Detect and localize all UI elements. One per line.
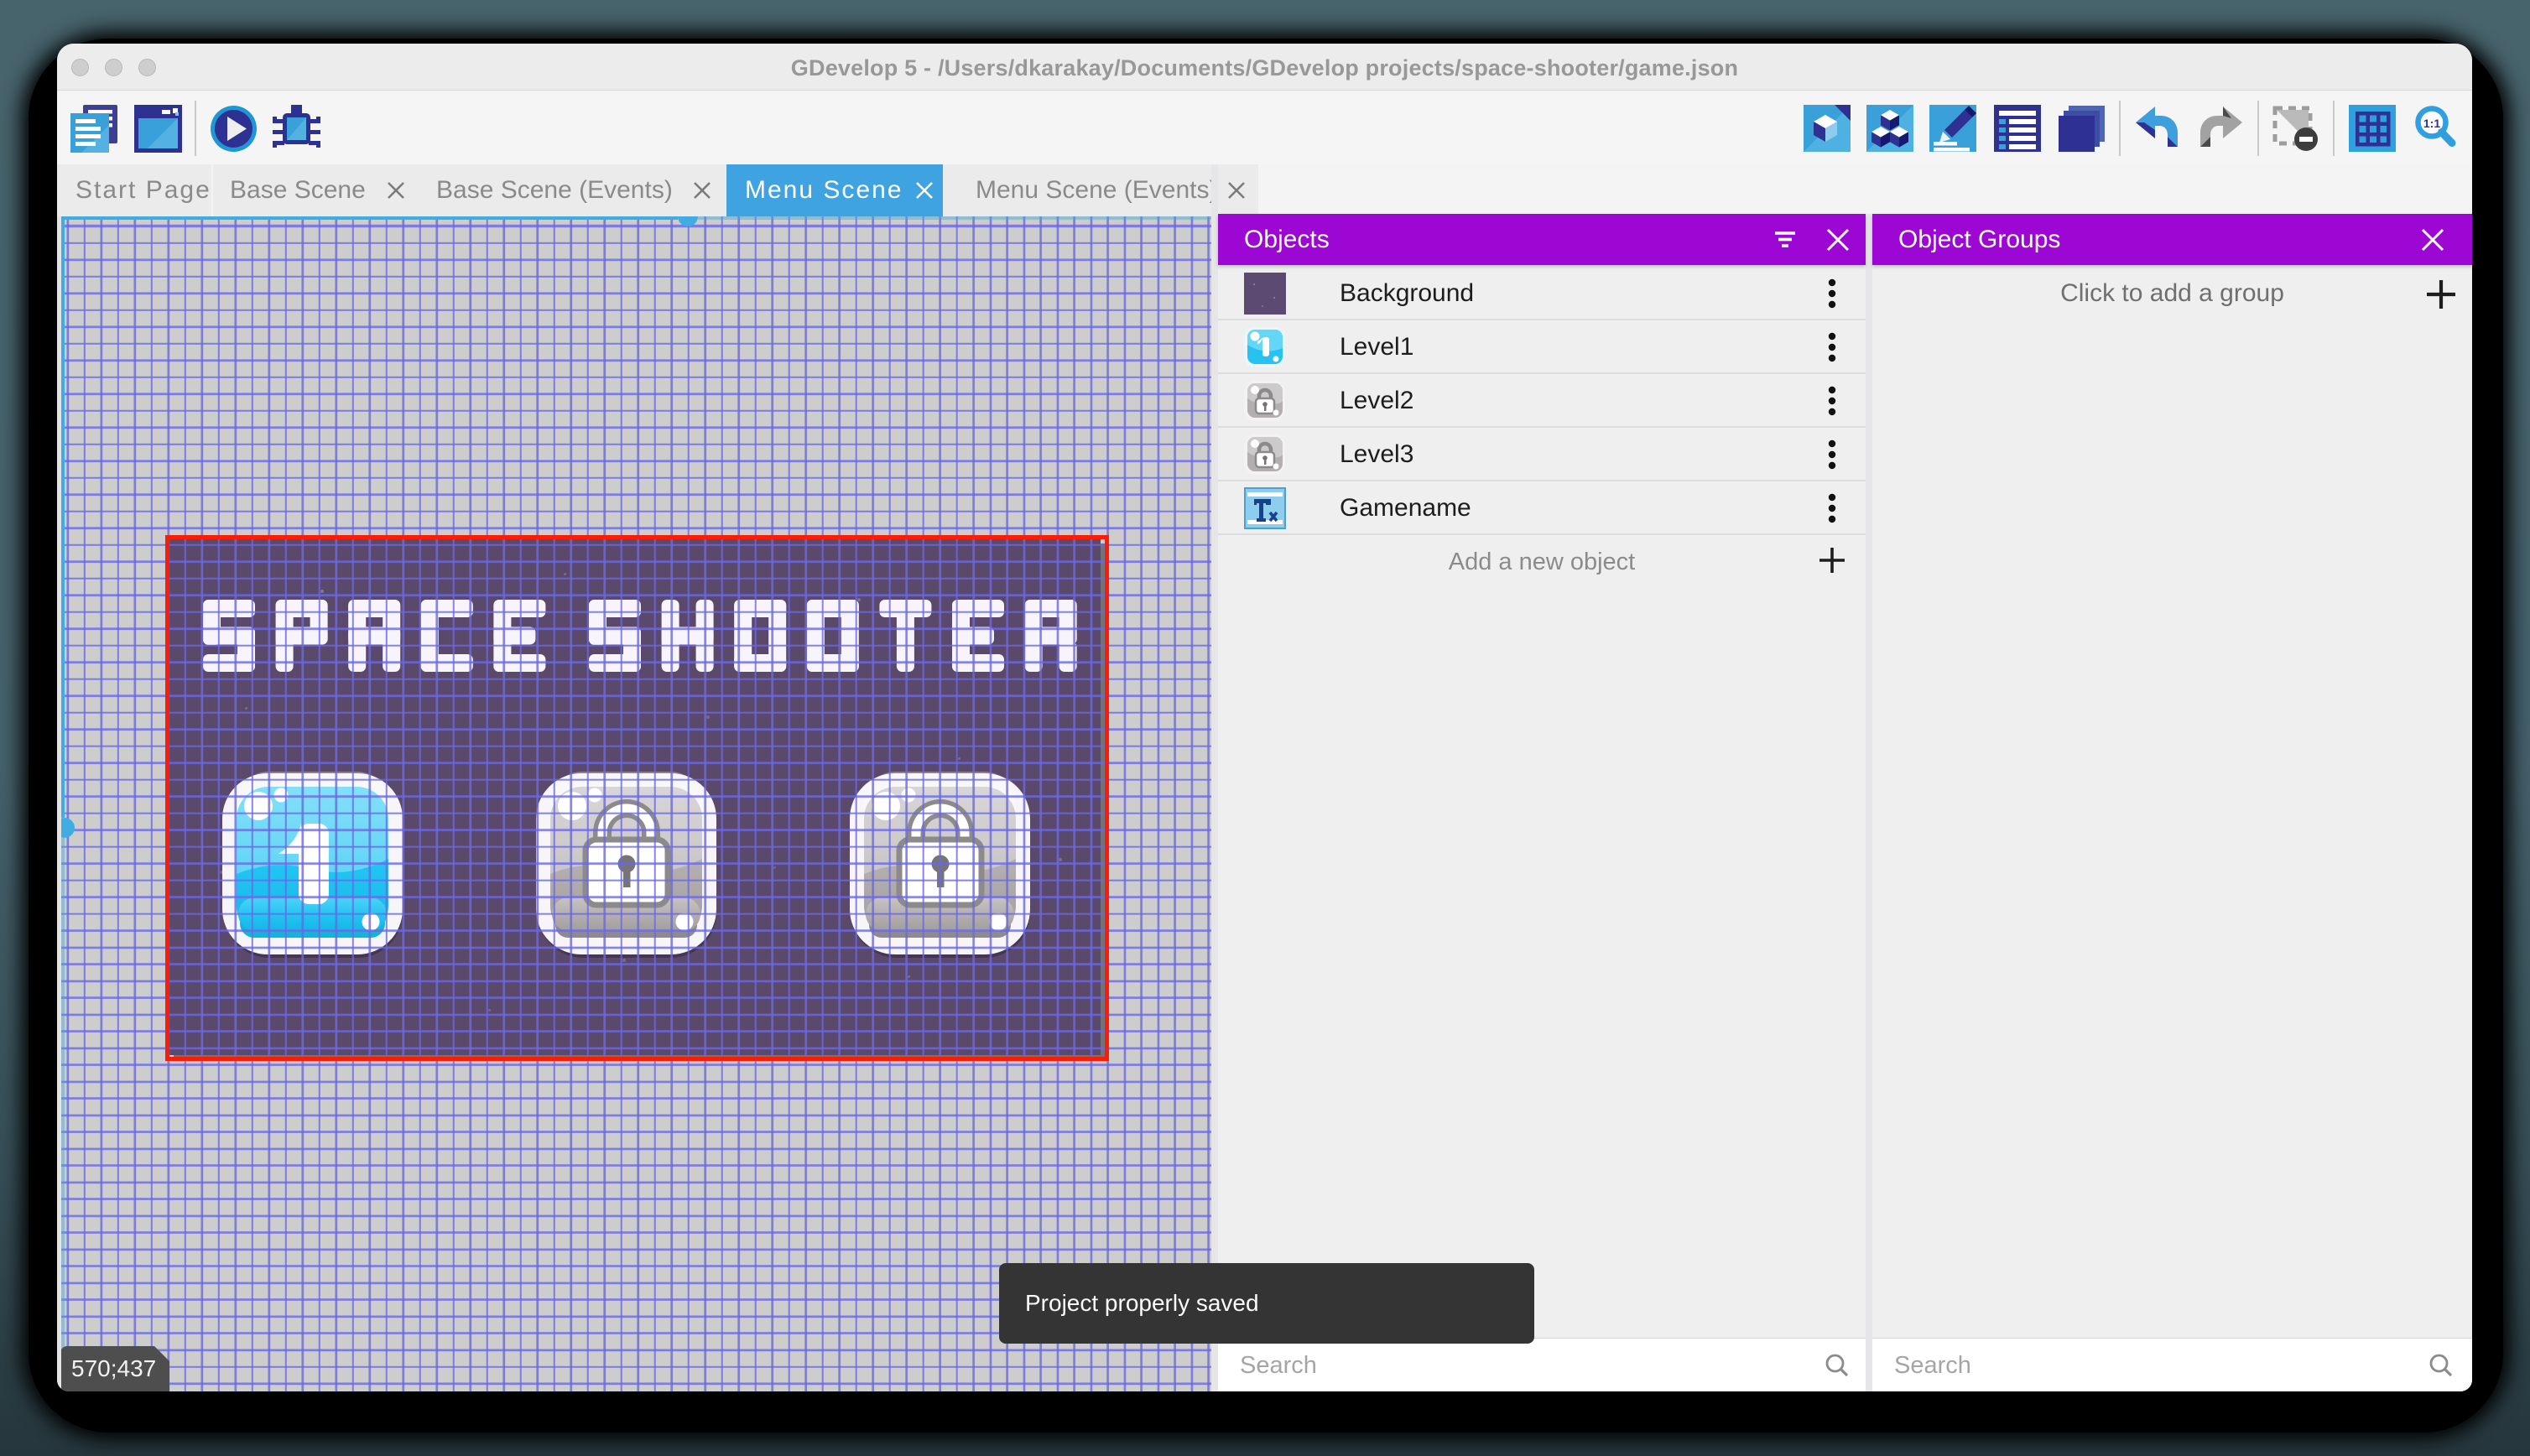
svg-text:1:1: 1:1 xyxy=(2423,117,2440,130)
